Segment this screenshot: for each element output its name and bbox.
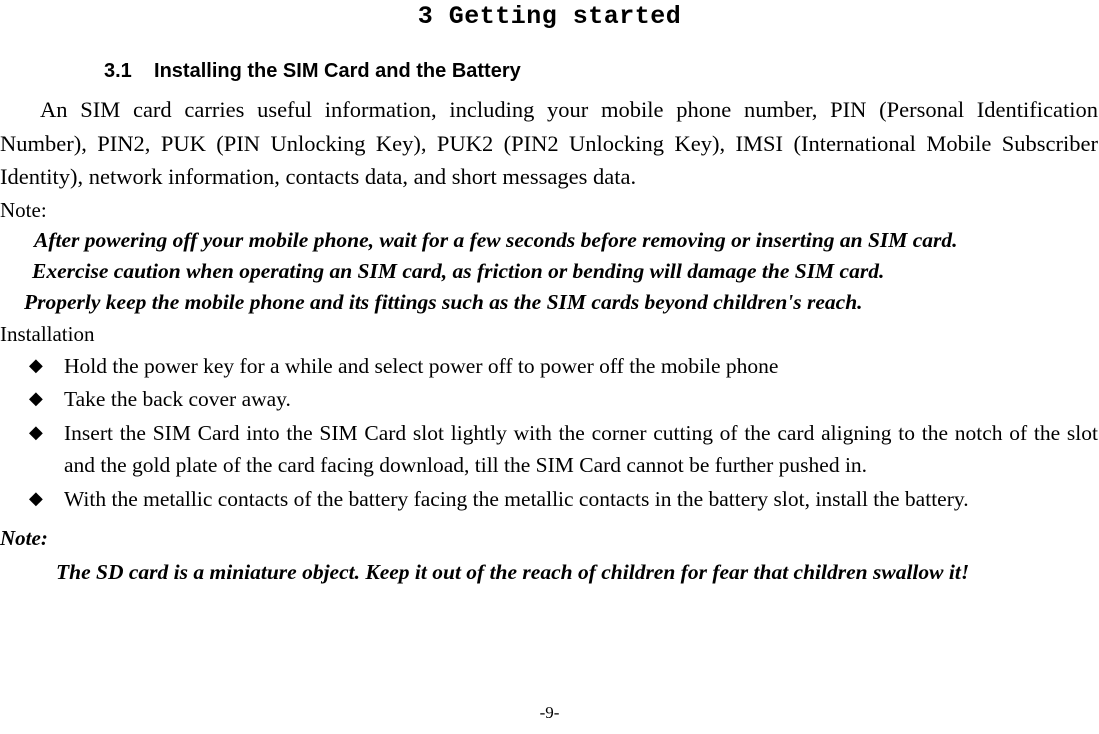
final-note-text: The SD card is a miniature object. Keep … (56, 560, 970, 584)
list-item-text: With the metallic contacts of the batter… (64, 486, 969, 511)
final-note-label: Note: (0, 526, 48, 550)
note-label: Note: (0, 197, 47, 222)
chapter-title: 3 Getting started (417, 2, 682, 31)
list-item-text: Insert the SIM Card into the SIM Card sl… (64, 420, 1098, 478)
list-item: ◆ Hold the power key for a while and sel… (0, 350, 1099, 383)
note-line-3: Properly keep the mobile phone and its f… (24, 289, 863, 314)
diamond-bullet-icon: ◆ (29, 421, 43, 443)
installation-label: Installation (0, 321, 95, 346)
diamond-bullet-icon: ◆ (29, 388, 43, 409)
manual-page: 3 Getting started 3.1 Installing the SIM… (0, 0, 1099, 734)
installation-step-list: ◆ Hold the power key for a while and sel… (0, 349, 1099, 516)
note-line-1: After powering off your mobile phone, wa… (34, 227, 958, 252)
section-heading: 3.1 Installing the SIM Card and the Batt… (104, 60, 521, 82)
list-item: ◆ Insert the SIM Card into the SIM Card … (0, 417, 1099, 482)
list-item: ◆ Take the back cover away. (0, 383, 1099, 416)
list-item-text: Hold the power key for a while and selec… (64, 353, 779, 378)
list-item: ◆ With the metallic contacts of the batt… (0, 483, 1099, 516)
note-line-2: Exercise caution when operating an SIM c… (32, 258, 885, 283)
intro-paragraph: An SIM card carries useful information, … (0, 97, 1098, 189)
diamond-bullet-icon: ◆ (29, 354, 43, 376)
list-item-text: Take the back cover away. (64, 387, 291, 411)
diamond-bullet-icon: ◆ (29, 487, 43, 509)
page-number: -9- (539, 703, 560, 722)
